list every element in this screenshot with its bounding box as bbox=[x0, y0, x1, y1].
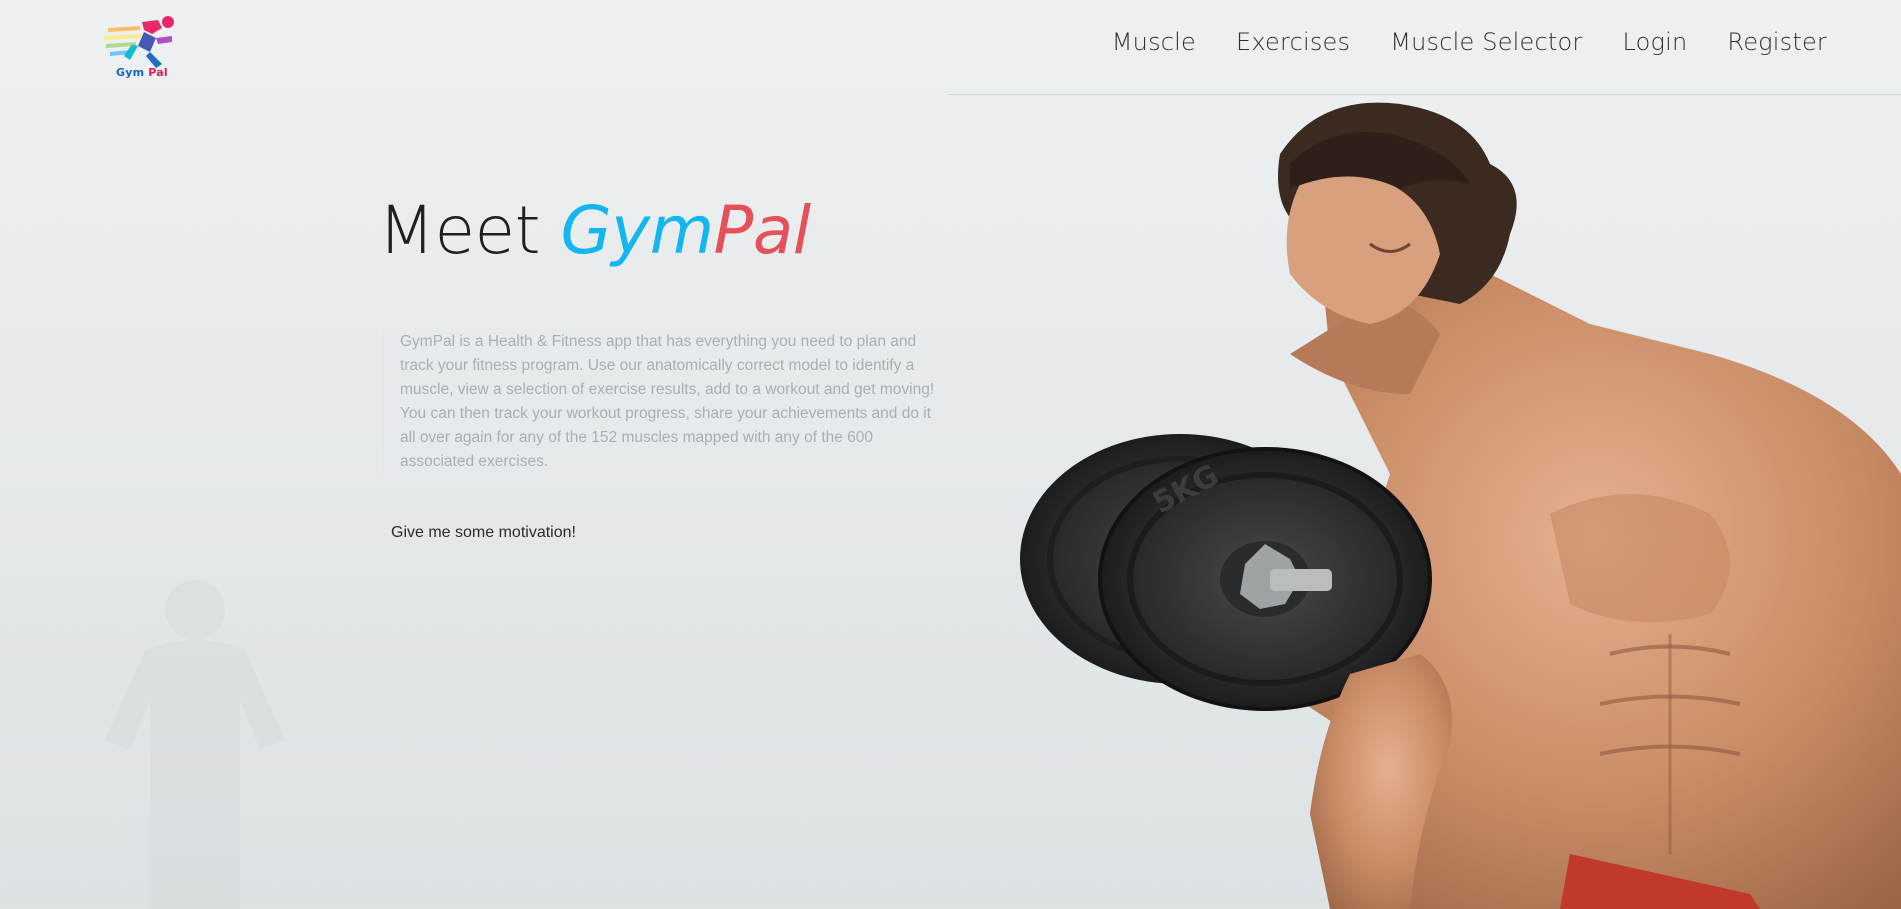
hero-title: Meet GymPal bbox=[378, 192, 811, 269]
motivation-button[interactable]: Give me some motivation! bbox=[391, 524, 576, 542]
nav-register-link[interactable]: Register bbox=[1727, 28, 1827, 56]
nav-muscle-selector-link[interactable]: Muscle Selector bbox=[1390, 28, 1582, 56]
hero-title-pal: Pal bbox=[713, 192, 812, 269]
logo-wordmark-pal: Pal bbox=[148, 66, 168, 79]
logo-wordmark: Gym Pal bbox=[116, 66, 168, 79]
bodybuilder-hero-image: 5KG bbox=[990, 94, 1901, 909]
hero-title-gym: Gym bbox=[560, 192, 715, 269]
gympal-logo[interactable]: Gym Pal bbox=[100, 12, 182, 84]
nav-muscle-link[interactable]: Muscle bbox=[1112, 28, 1196, 56]
ghost-figure-image bbox=[105, 580, 285, 909]
nav-exercises-link[interactable]: Exercises bbox=[1236, 28, 1350, 56]
main-nav: Muscle Exercises Muscle Selector Login R… bbox=[1112, 28, 1827, 56]
hero-title-prefix: Meet bbox=[378, 192, 541, 269]
hero-description: GymPal is a Health & Fitness app that ha… bbox=[382, 330, 940, 474]
logo-wordmark-gym: Gym bbox=[116, 66, 145, 79]
dumbbell-image: 5KG bbox=[1020, 434, 1432, 711]
athlete-with-dumbbell-illustration: 5KG bbox=[1020, 102, 1901, 909]
nav-login-link[interactable]: Login bbox=[1622, 28, 1687, 56]
